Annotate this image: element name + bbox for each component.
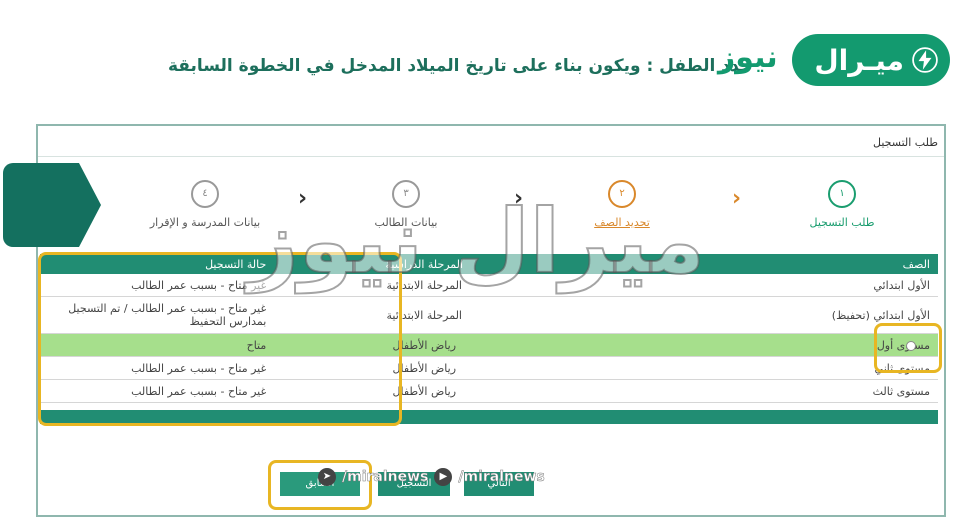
- telegram-icon: ➤: [318, 468, 336, 486]
- cell-grade: مستوى ثالث: [574, 379, 938, 403]
- panel-divider: [38, 156, 944, 157]
- step-circle: ٤: [191, 180, 219, 208]
- step-circle: ١: [828, 180, 856, 208]
- watermark-handle: /miralnews: [342, 469, 429, 486]
- watermark-handle: /miralnews: [458, 469, 545, 486]
- step-request[interactable]: ١ طلب التسجيل: [782, 180, 902, 229]
- watermark-text: ميرال نيوز: [247, 190, 706, 293]
- youtube-icon: ▶: [434, 468, 453, 486]
- logo-word-miral: ميـرال: [814, 43, 904, 77]
- panel-title: طلب التسجيل: [873, 136, 938, 149]
- chevron-left-icon: ‹: [732, 186, 742, 211]
- watermark-social: ➤ /miralnews ▶ /miralnews: [318, 468, 545, 486]
- highlight-radio: [874, 323, 942, 373]
- logo-word-news: نيوز: [718, 40, 778, 75]
- side-tab-arrow: [79, 163, 101, 247]
- lightning-bolt-icon: [912, 47, 938, 73]
- side-tab: [3, 163, 79, 247]
- logo-pill: ميـرال: [792, 34, 950, 86]
- brand-logo: ميـرال نيوز: [718, 34, 950, 86]
- page-caption: حدد الطفل : ويكون بناء على تاريخ الميلاد…: [167, 56, 753, 76]
- step-label: طلب التسجيل: [809, 216, 875, 229]
